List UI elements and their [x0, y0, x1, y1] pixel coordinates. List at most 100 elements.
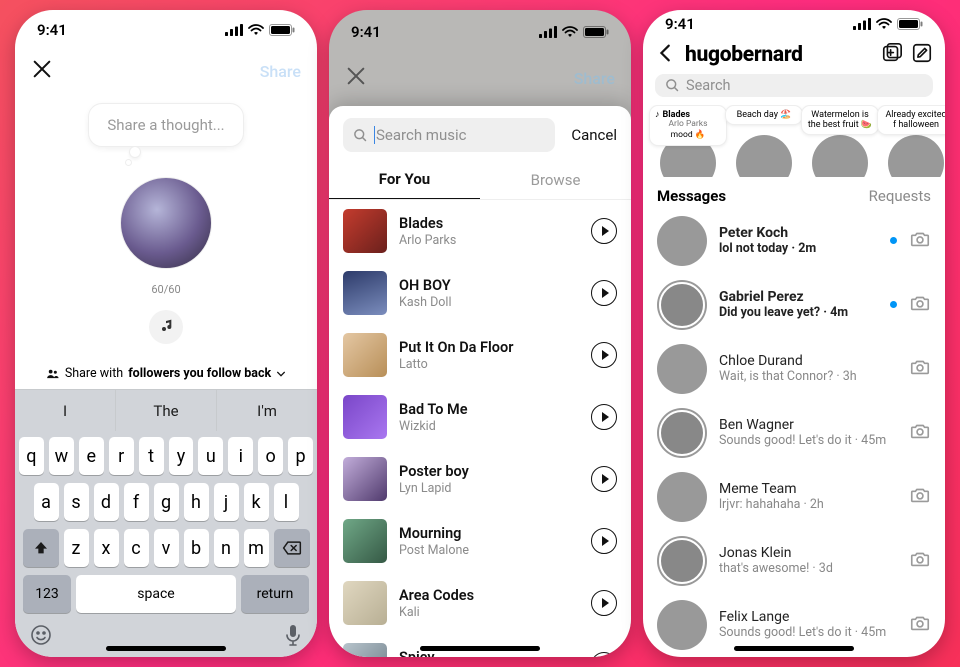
- key-v[interactable]: v: [154, 529, 179, 567]
- song-row[interactable]: Poster boy Lyn Lapid: [329, 448, 631, 510]
- dm-avatar: [657, 408, 707, 458]
- dm-row[interactable]: Meme Team lrjvr: hahahaha · 2h: [643, 465, 945, 529]
- album-cover: [343, 581, 387, 625]
- keyboard-keys: qwertyuiop asdfghjkl zxcvbnm 123 space r…: [15, 431, 317, 657]
- play-button[interactable]: [591, 466, 617, 492]
- share-button[interactable]: Share: [260, 62, 301, 81]
- dm-row[interactable]: Peter Koch lol not today · 2m: [643, 209, 945, 273]
- note[interactable]: Watermelon is the best fruit 🍉 Jonas Kle…: [807, 107, 873, 173]
- dm-row[interactable]: Jonas Klein that's awesome! · 3d: [643, 529, 945, 593]
- song-row[interactable]: OH BOY Kash Doll: [329, 262, 631, 324]
- camera-button[interactable]: [909, 548, 931, 574]
- song-meta: Poster boy Lyn Lapid: [399, 463, 579, 496]
- key-i[interactable]: i: [228, 437, 253, 475]
- thought-bubble-input[interactable]: Share a thought...: [88, 103, 243, 147]
- numbers-key[interactable]: 123: [23, 575, 71, 613]
- key-z[interactable]: z: [64, 529, 89, 567]
- key-k[interactable]: k: [244, 483, 269, 521]
- chevron-left-icon: [655, 42, 677, 64]
- back-button[interactable]: [655, 42, 677, 68]
- status-bar: 9:41: [329, 10, 631, 54]
- dm-header: hugobernard: [643, 39, 945, 71]
- suggestion[interactable]: I: [15, 390, 116, 431]
- audience-selector[interactable]: Share with followers you follow back: [46, 352, 286, 389]
- backspace-key[interactable]: [274, 529, 310, 567]
- camera-button[interactable]: [909, 356, 931, 382]
- key-t[interactable]: t: [139, 437, 164, 475]
- key-f[interactable]: f: [124, 483, 149, 521]
- shift-key[interactable]: [23, 529, 59, 567]
- song-list[interactable]: Blades Arlo Parks OH BOY Kash Doll Put I…: [329, 200, 631, 657]
- song-artist: Kash Doll: [399, 295, 579, 310]
- note[interactable]: Already excited f halloween Ren Tana: [883, 107, 945, 173]
- key-r[interactable]: r: [109, 437, 134, 475]
- dm-preview: lrjvr: hahahaha · 2h: [719, 497, 897, 512]
- video-call-button[interactable]: [881, 42, 903, 68]
- song-row[interactable]: Put It On Da Floor Latto: [329, 324, 631, 386]
- compose-button[interactable]: [911, 42, 933, 68]
- note[interactable]: Beach day 🏖️ Stefan Meier: [731, 107, 797, 173]
- mic-key[interactable]: [283, 623, 303, 651]
- key-n[interactable]: n: [214, 529, 239, 567]
- dm-list[interactable]: Peter Koch lol not today · 2m Gabriel Pe…: [643, 209, 945, 657]
- dm-search-input[interactable]: Search: [655, 74, 933, 96]
- suggestion[interactable]: I'm: [217, 390, 317, 431]
- song-row[interactable]: Blades Arlo Parks: [329, 200, 631, 262]
- dm-row[interactable]: Ben Wagner Sounds good! Let's do it · 45…: [643, 401, 945, 465]
- emoji-key[interactable]: [29, 623, 53, 651]
- song-row[interactable]: Bad To Me Wizkid: [329, 386, 631, 448]
- key-d[interactable]: d: [94, 483, 119, 521]
- play-button[interactable]: [591, 528, 617, 554]
- space-key[interactable]: space: [76, 575, 236, 613]
- camera-button[interactable]: [909, 420, 931, 446]
- key-q[interactable]: q: [19, 437, 44, 475]
- camera-button[interactable]: [909, 484, 931, 510]
- note-bubble: Already excited f halloween: [877, 105, 945, 136]
- key-j[interactable]: j: [214, 483, 239, 521]
- username-title[interactable]: hugobernard: [685, 43, 873, 67]
- key-m[interactable]: m: [244, 529, 269, 567]
- key-a[interactable]: a: [34, 483, 59, 521]
- key-s[interactable]: s: [64, 483, 89, 521]
- suggestion[interactable]: The: [116, 390, 217, 431]
- camera-button[interactable]: [909, 292, 931, 318]
- song-row[interactable]: Mourning Post Malone: [329, 510, 631, 572]
- return-key[interactable]: return: [241, 575, 309, 613]
- unread-indicator: [890, 301, 897, 308]
- song-meta: Mourning Post Malone: [399, 525, 579, 558]
- requests-link[interactable]: Requests: [869, 187, 931, 205]
- close-icon[interactable]: [31, 58, 53, 84]
- key-b[interactable]: b: [184, 529, 209, 567]
- camera-button[interactable]: [909, 612, 931, 638]
- key-c[interactable]: c: [124, 529, 149, 567]
- add-music-button[interactable]: [149, 310, 183, 344]
- key-u[interactable]: u: [198, 437, 223, 475]
- key-p[interactable]: p: [288, 437, 313, 475]
- play-button[interactable]: [591, 342, 617, 368]
- music-search-input[interactable]: Search music: [343, 118, 555, 152]
- dm-row[interactable]: Gabriel Perez Did you leave yet? · 4m: [643, 273, 945, 337]
- key-h[interactable]: h: [184, 483, 209, 521]
- tab-browse[interactable]: Browse: [480, 160, 631, 199]
- play-button[interactable]: [591, 218, 617, 244]
- camera-button[interactable]: [909, 228, 931, 254]
- play-button[interactable]: [591, 590, 617, 616]
- notes-strip[interactable]: ♪BladesArlo Parksmood 🔥 Your noteBeach d…: [643, 105, 945, 177]
- song-row[interactable]: Area Codes Kali: [329, 572, 631, 634]
- play-button[interactable]: [591, 404, 617, 430]
- tab-for-you[interactable]: For You: [329, 160, 480, 199]
- key-x[interactable]: x: [94, 529, 119, 567]
- key-o[interactable]: o: [258, 437, 283, 475]
- dm-avatar: [657, 344, 707, 394]
- key-e[interactable]: e: [79, 437, 104, 475]
- note[interactable]: ♪BladesArlo Parksmood 🔥 Your note: [655, 107, 721, 173]
- key-g[interactable]: g: [154, 483, 179, 521]
- play-button[interactable]: [591, 280, 617, 306]
- album-cover: [343, 519, 387, 563]
- dm-row[interactable]: Chloe Durand Wait, is that Connor? · 3h: [643, 337, 945, 401]
- key-w[interactable]: w: [49, 437, 74, 475]
- play-button[interactable]: [591, 652, 617, 657]
- key-l[interactable]: l: [274, 483, 299, 521]
- cancel-button[interactable]: Cancel: [571, 126, 617, 144]
- key-y[interactable]: y: [169, 437, 194, 475]
